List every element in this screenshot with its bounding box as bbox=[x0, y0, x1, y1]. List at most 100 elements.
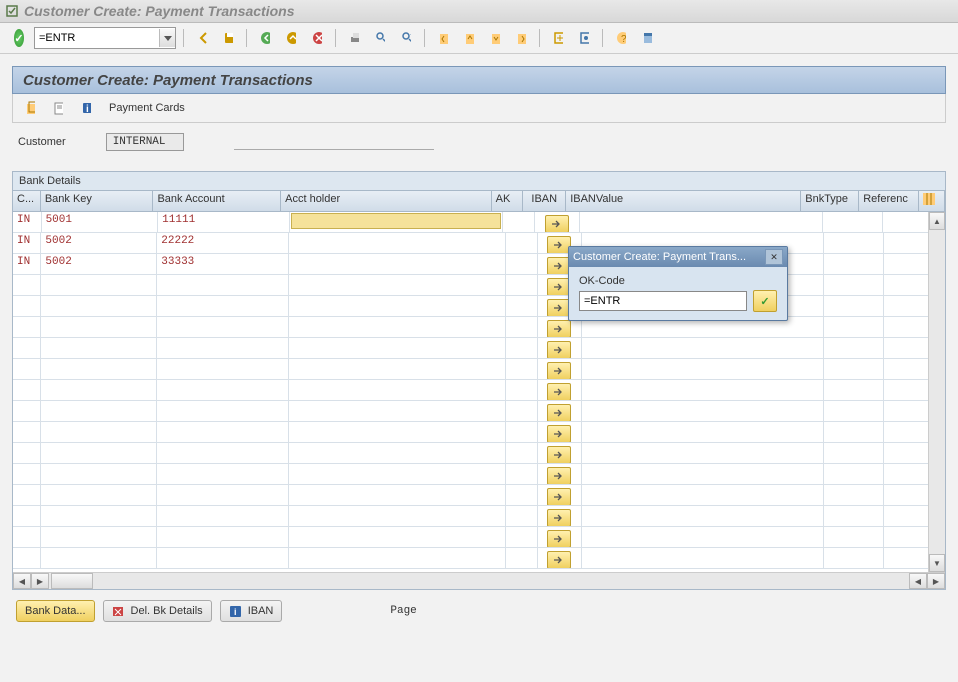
table-cell[interactable] bbox=[13, 275, 41, 295]
first-page-button[interactable] bbox=[432, 27, 454, 49]
col-acct-holder[interactable]: Acct holder bbox=[281, 191, 492, 211]
popup-header[interactable]: Customer Create: Payment Trans... ✕ bbox=[569, 247, 787, 267]
table-cell[interactable] bbox=[506, 464, 538, 484]
table-cell[interactable] bbox=[506, 422, 538, 442]
scroll-thumb[interactable] bbox=[51, 573, 93, 589]
table-cell[interactable] bbox=[157, 422, 288, 442]
table-cell[interactable]: 5002 bbox=[41, 254, 157, 274]
col-iban[interactable]: IBAN bbox=[523, 191, 566, 211]
table-cell[interactable] bbox=[506, 317, 538, 337]
table-cell[interactable] bbox=[582, 527, 824, 547]
table-cell[interactable] bbox=[582, 380, 824, 400]
table-cell[interactable] bbox=[582, 464, 824, 484]
table-cell[interactable] bbox=[580, 212, 824, 232]
generate-shortcut-button[interactable] bbox=[573, 27, 595, 49]
table-cell[interactable] bbox=[41, 527, 157, 547]
table-cell[interactable] bbox=[824, 296, 884, 316]
table-cell[interactable] bbox=[289, 254, 506, 274]
table-cell[interactable] bbox=[157, 317, 288, 337]
table-cell[interactable] bbox=[289, 443, 506, 463]
back-button[interactable] bbox=[191, 27, 213, 49]
table-cell[interactable] bbox=[582, 506, 824, 526]
save-button[interactable] bbox=[217, 27, 239, 49]
last-page-button[interactable] bbox=[510, 27, 532, 49]
table-cell[interactable] bbox=[289, 317, 506, 337]
table-cell[interactable] bbox=[289, 275, 506, 295]
table-cell[interactable] bbox=[289, 506, 506, 526]
table-cell[interactable] bbox=[157, 401, 288, 421]
table-cell[interactable] bbox=[157, 296, 288, 316]
table-cell[interactable] bbox=[824, 380, 884, 400]
table-cell[interactable] bbox=[582, 422, 824, 442]
scroll-right2-icon[interactable]: ▶ bbox=[927, 573, 945, 589]
iban-arrow-button[interactable] bbox=[547, 362, 571, 379]
iban-arrow-button[interactable] bbox=[547, 551, 571, 568]
nav-up-button[interactable] bbox=[280, 27, 302, 49]
table-cell[interactable] bbox=[289, 464, 506, 484]
table-cell[interactable] bbox=[506, 275, 538, 295]
table-cell[interactable] bbox=[13, 464, 41, 484]
table-cell[interactable] bbox=[41, 485, 157, 505]
table-cell[interactable] bbox=[41, 401, 157, 421]
table-cell[interactable] bbox=[582, 359, 824, 379]
table-cell[interactable] bbox=[13, 548, 41, 568]
table-cell[interactable] bbox=[157, 275, 288, 295]
table-cell[interactable] bbox=[289, 359, 506, 379]
table-cell[interactable]: IN bbox=[13, 212, 42, 232]
table-cell[interactable] bbox=[13, 527, 41, 547]
table-cell[interactable] bbox=[41, 548, 157, 568]
window-menu-icon[interactable] bbox=[6, 5, 18, 17]
table-cell[interactable] bbox=[582, 401, 824, 421]
iban-arrow-button[interactable] bbox=[547, 488, 571, 505]
cancel-button[interactable] bbox=[306, 27, 328, 49]
table-cell[interactable] bbox=[13, 422, 41, 442]
table-cell[interactable] bbox=[41, 317, 157, 337]
table-cell[interactable] bbox=[41, 506, 157, 526]
iban-arrow-button[interactable] bbox=[547, 509, 571, 526]
acct-holder-input[interactable] bbox=[291, 213, 500, 229]
horizontal-scrollbar[interactable]: ◀ ▶ ◀ ▶ bbox=[13, 572, 945, 589]
table-cell[interactable] bbox=[13, 296, 41, 316]
help-button[interactable]: ? bbox=[610, 27, 632, 49]
table-cell[interactable] bbox=[289, 548, 506, 568]
table-cell[interactable] bbox=[41, 380, 157, 400]
iban-arrow-button[interactable] bbox=[547, 446, 571, 463]
table-cell[interactable] bbox=[582, 548, 824, 568]
table-cell[interactable] bbox=[41, 275, 157, 295]
col-bank-account[interactable]: Bank Account bbox=[153, 191, 281, 211]
additional-data-button[interactable] bbox=[47, 97, 69, 119]
iban-arrow-button[interactable] bbox=[547, 320, 571, 337]
table-cell[interactable] bbox=[13, 338, 41, 358]
table-cell[interactable] bbox=[506, 254, 538, 274]
command-field[interactable] bbox=[34, 27, 176, 49]
table-cell[interactable] bbox=[289, 401, 506, 421]
table-cell[interactable] bbox=[13, 485, 41, 505]
table-cell[interactable] bbox=[157, 485, 288, 505]
table-cell[interactable] bbox=[824, 548, 884, 568]
table-cell[interactable] bbox=[506, 338, 538, 358]
table-cell[interactable] bbox=[289, 422, 506, 442]
table-cell[interactable]: 5001 bbox=[42, 212, 159, 232]
table-cell[interactable] bbox=[824, 485, 884, 505]
table-cell[interactable] bbox=[13, 443, 41, 463]
table-cell[interactable] bbox=[506, 548, 538, 568]
del-bk-button[interactable]: Del. Bk Details bbox=[103, 600, 212, 622]
ok-code-input[interactable] bbox=[579, 291, 747, 311]
iban-arrow-button[interactable] bbox=[545, 215, 569, 232]
table-cell[interactable] bbox=[824, 422, 884, 442]
col-iban-value[interactable]: IBANValue bbox=[566, 191, 801, 211]
print-button[interactable] bbox=[343, 27, 365, 49]
table-cell[interactable] bbox=[506, 401, 538, 421]
table-cell[interactable] bbox=[289, 527, 506, 547]
col-bnk-type[interactable]: BnkType bbox=[801, 191, 859, 211]
bank-data-button[interactable]: Bank Data... bbox=[16, 600, 95, 622]
table-cell[interactable] bbox=[157, 527, 288, 547]
table-cell[interactable]: 22222 bbox=[157, 233, 288, 253]
table-cell[interactable] bbox=[41, 443, 157, 463]
table-cell[interactable] bbox=[503, 212, 535, 232]
table-cell[interactable] bbox=[824, 401, 884, 421]
table-cell[interactable] bbox=[506, 485, 538, 505]
table-cell[interactable]: IN bbox=[13, 254, 41, 274]
prev-page-button[interactable] bbox=[458, 27, 480, 49]
table-cell[interactable] bbox=[41, 422, 157, 442]
